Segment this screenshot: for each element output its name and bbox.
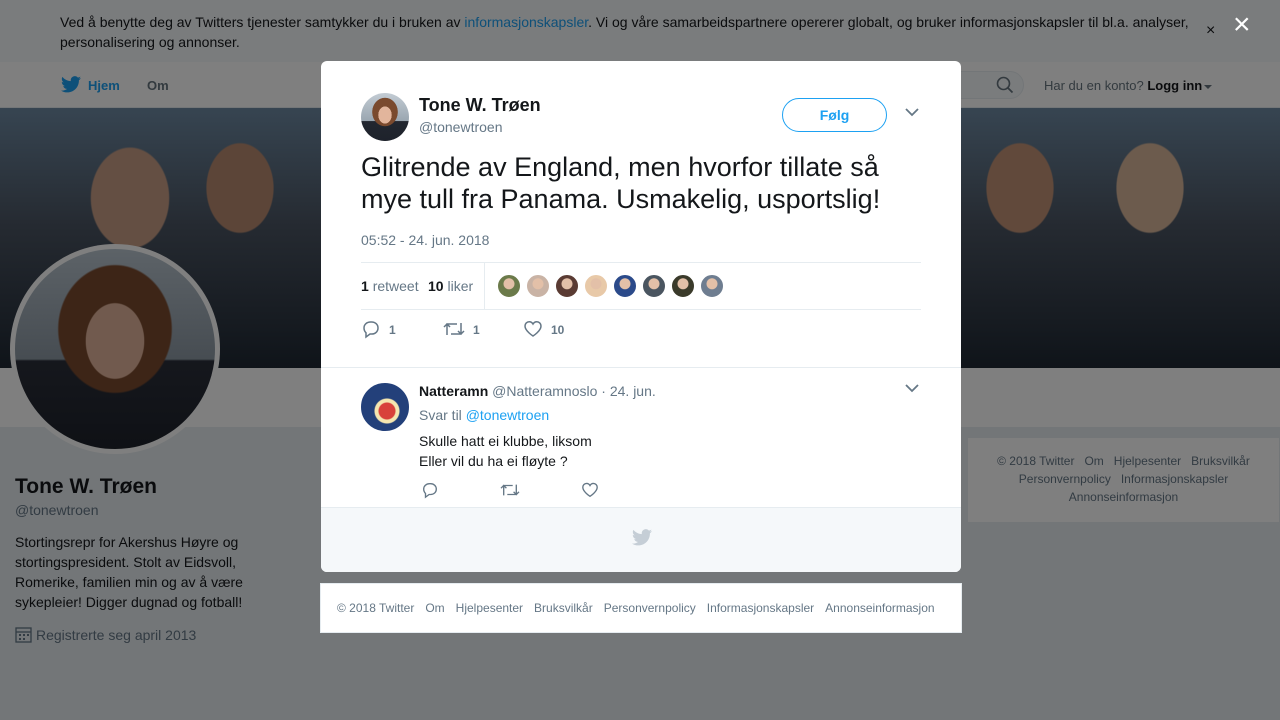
overlay-close-icon[interactable]: × <box>1233 10 1251 40</box>
retweet-icon <box>443 322 465 336</box>
footer-about[interactable]: Om <box>425 601 444 615</box>
twitter-bird-icon <box>632 529 652 546</box>
reply-to-handle[interactable]: @tonewtroen <box>466 407 549 423</box>
modal-bottom-footer: © 2018 Twitter Om Hjelpesenter Bruksvilkår P… <box>320 583 962 633</box>
retweet-action-count: 1 <box>473 323 480 337</box>
chevron-down-icon[interactable] <box>905 108 919 117</box>
likes-count: 10 <box>428 278 444 294</box>
liker-avatar[interactable] <box>700 274 724 298</box>
tweet-modal: Tone W. Trøen @tonewtroen Følg Glitrende… <box>321 61 961 572</box>
footer-terms[interactable]: Bruksvilkår <box>534 601 593 615</box>
retweet-count: 1 <box>361 278 369 294</box>
reply-author-avatar[interactable] <box>361 383 409 431</box>
reply-icon[interactable] <box>421 481 439 499</box>
reply-tweet[interactable]: Natteramn @Natteramnoslo · 24. jun. Svar… <box>321 367 961 508</box>
like-action-count: 10 <box>551 323 565 337</box>
reply-actions <box>421 481 621 501</box>
liker-avatar[interactable] <box>555 274 579 298</box>
tweet-author-handle[interactable]: @tonewtroen <box>419 119 502 135</box>
liker-avatar[interactable] <box>526 274 550 298</box>
heart-icon <box>524 320 542 337</box>
reply-text-line: Eller vil du ha ei fløyte ? <box>419 453 568 469</box>
liker-avatar[interactable] <box>584 274 608 298</box>
like-action[interactable]: 10 <box>523 319 564 339</box>
footer-cookies[interactable]: Informasjonskapsler <box>707 601 814 615</box>
tweet-actions: 1 1 10 <box>361 319 661 343</box>
liker-avatar[interactable] <box>497 274 521 298</box>
reply-action[interactable]: 1 <box>361 319 396 339</box>
reply-to-line: Svar til @tonewtroen <box>419 407 549 423</box>
reply-header: Natteramn @Natteramnoslo · 24. jun. <box>419 383 656 399</box>
retweet-stat[interactable]: 1 retweet <box>361 278 419 294</box>
tweet-stats: 1 retweet 10 liker <box>361 262 921 310</box>
reply-count: 1 <box>389 323 396 337</box>
likes-label: liker <box>447 278 474 294</box>
reply-text: Skulle hatt ei klubbe, liksom Eller vil d… <box>419 431 592 471</box>
heart-icon[interactable] <box>581 481 599 499</box>
reply-author-handle[interactable]: @Natteramnoslo <box>492 383 597 399</box>
retweet-icon[interactable] <box>500 481 520 499</box>
retweet-action[interactable]: 1 <box>443 319 480 339</box>
follow-button[interactable]: Følg <box>782 98 887 132</box>
stats-divider <box>484 263 485 309</box>
tweet-timestamp[interactable]: 05:52 - 24. jun. 2018 <box>361 232 489 248</box>
footer-help[interactable]: Hjelpesenter <box>456 601 523 615</box>
likes-stat[interactable]: 10 liker <box>428 278 473 294</box>
tweet-text: Glitrende av England, men hvorfor tillat… <box>361 152 881 214</box>
reply-text-line: Skulle hatt ei klubbe, liksom <box>419 433 592 449</box>
reply-author-name[interactable]: Natteramn <box>419 383 488 399</box>
modal-footer <box>321 507 961 572</box>
reply-to-label: Svar til <box>419 407 462 423</box>
tweet-author-avatar[interactable] <box>361 93 409 141</box>
footer-copyright: © 2018 Twitter <box>337 601 415 615</box>
tweet-author-name[interactable]: Tone W. Trøen <box>419 95 541 116</box>
reply-date[interactable]: · 24. jun. <box>601 383 655 399</box>
footer-ads[interactable]: Annonseinformasjon <box>825 601 934 615</box>
reply-icon <box>363 321 379 339</box>
liker-avatar[interactable] <box>613 274 637 298</box>
liker-avatar[interactable] <box>671 274 695 298</box>
retweet-label: retweet <box>372 278 419 294</box>
liker-avatar[interactable] <box>642 274 666 298</box>
footer-privacy[interactable]: Personvernpolicy <box>604 601 696 615</box>
chevron-down-icon[interactable] <box>905 384 919 393</box>
